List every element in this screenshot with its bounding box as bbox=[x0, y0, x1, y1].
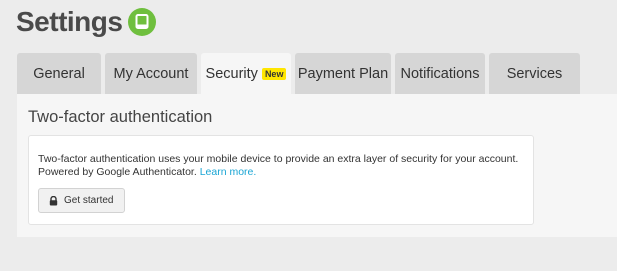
security-panel: Two-factor authentication Two-factor aut… bbox=[17, 94, 617, 237]
page-title: Settings bbox=[16, 6, 123, 37]
tab-label: General bbox=[33, 65, 85, 82]
get-started-label: Get started bbox=[64, 195, 114, 206]
tab-general[interactable]: General bbox=[17, 53, 101, 94]
settings-tabs: General My Account Security New Payment … bbox=[17, 53, 584, 94]
tab-label: My Account bbox=[113, 65, 189, 82]
get-started-button[interactable]: Get started bbox=[38, 188, 126, 213]
lock-icon bbox=[49, 195, 58, 206]
two-factor-description: Two-factor authentication uses your mobi… bbox=[38, 153, 538, 179]
evernote-logo-icon bbox=[128, 8, 157, 36]
tab-label: Payment Plan bbox=[297, 65, 389, 82]
tab-label: Notifications bbox=[400, 65, 480, 82]
tab-security[interactable]: Security New bbox=[201, 53, 291, 94]
tab-services[interactable]: Services bbox=[489, 53, 580, 94]
description-line1: Two-factor authentication uses your mobi… bbox=[38, 153, 519, 165]
description-line2: Powered by Google Authenticator. bbox=[38, 166, 197, 178]
tab-label: Services bbox=[506, 65, 563, 82]
page-header: Settings bbox=[16, 6, 157, 38]
two-factor-card: Two-factor authentication uses your mobi… bbox=[28, 135, 534, 225]
tab-label: Security bbox=[205, 65, 258, 82]
learn-more-link[interactable]: Learn more. bbox=[200, 166, 257, 178]
tab-payment-plan[interactable]: Payment Plan bbox=[295, 53, 391, 94]
tab-my-account[interactable]: My Account bbox=[105, 53, 197, 94]
section-title: Two-factor authentication bbox=[28, 108, 213, 126]
tab-notifications[interactable]: Notifications bbox=[395, 53, 485, 94]
new-badge: New bbox=[261, 67, 287, 80]
